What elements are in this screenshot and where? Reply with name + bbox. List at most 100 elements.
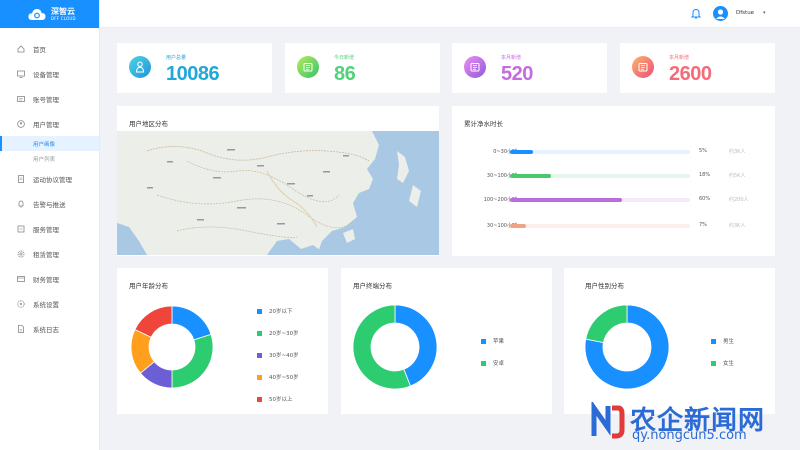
stat-card-today-new: 今日新增 86	[285, 43, 440, 93]
cloud-logo-icon	[28, 8, 46, 21]
avatar[interactable]	[713, 6, 728, 21]
duration-count: 约5K人	[729, 173, 746, 179]
user-icon	[17, 119, 25, 128]
duration-row: 0~30小时 5% 约3K人	[452, 146, 775, 158]
age-distribution-card: 用户年龄分布 20岁以下 20岁~30岁 30岁~40岁 40岁~50岁 50岁…	[117, 268, 328, 414]
sidebar-nav: 首页 设备管理 账号管理 用户管理 用户画像 用户列表 运动协议管理 告警与推送…	[0, 28, 99, 341]
sidebar-item-services[interactable]: 服务管理	[0, 216, 99, 241]
stat-label: 本月新增	[669, 55, 690, 61]
stat-label: 本月新增	[501, 55, 522, 61]
stat-value: 86	[334, 63, 356, 85]
sidebar-item-label: 服务管理	[33, 225, 59, 234]
legend-label: 女生	[723, 361, 735, 367]
sidebar-item-label: 运动协议管理	[33, 175, 72, 184]
stat-card-total-users: 用户总量 10086	[117, 43, 272, 93]
watermark: 农企新闻网 qy.nongcun5.com	[588, 398, 796, 444]
sidebar-item-label: 告警与推送	[33, 200, 66, 209]
legend-item[interactable]: 20岁以下	[257, 300, 299, 322]
legend-item[interactable]: 20岁~30岁	[257, 322, 299, 344]
settings-icon	[17, 299, 25, 308]
donut-slice[interactable]	[134, 305, 173, 338]
sidebar-item-label: 财务管理	[33, 275, 59, 284]
duration-row: 30~100小时 18% 约5K人	[452, 170, 775, 182]
sidebar-item-logs[interactable]: 系统日志	[0, 316, 99, 341]
device-donut-chart[interactable]	[341, 268, 552, 414]
gear-icon	[17, 250, 25, 258]
card-title: 用户地区分布	[129, 120, 168, 128]
legend-item[interactable]: 男生	[711, 330, 734, 352]
duration-track	[510, 174, 690, 178]
duration-row: 30~100小时 7% 约3K人	[452, 220, 775, 232]
gender-distribution-card: 用户性别分布 男生 女生	[564, 268, 775, 414]
chevron-down-icon[interactable]: ▾	[763, 10, 766, 16]
sidebar-item-alerts[interactable]: 告警与推送	[0, 191, 99, 216]
sidebar-subitem-user-profile[interactable]: 用户画像	[0, 136, 99, 151]
legend-label: 男生	[723, 339, 735, 345]
stat-card-month-new: 本月新增 520	[452, 43, 607, 93]
stat-value: 2600	[669, 63, 712, 85]
sidebar-item-leasing[interactable]: 租赁管理	[0, 241, 99, 266]
top-header: Dfstue ▾	[100, 0, 800, 28]
log-icon	[17, 324, 25, 333]
duration-percent: 5%	[699, 148, 707, 154]
legend-swatch	[481, 360, 486, 366]
sidebar-item-label: 用户管理	[33, 120, 59, 129]
notification-bell-icon[interactable]	[690, 8, 702, 19]
monitor-icon	[17, 70, 25, 78]
bell-outline-icon	[17, 200, 25, 208]
user-count-icon	[129, 56, 151, 78]
legend-label: 30岁~40岁	[269, 353, 299, 359]
region-map[interactable]	[117, 131, 439, 255]
legend-swatch	[481, 338, 486, 344]
duration-percent: 7%	[699, 222, 707, 228]
legend-item[interactable]: 50岁以上	[257, 388, 299, 410]
sidebar-item-finance[interactable]: 财务管理	[0, 266, 99, 291]
sidebar-item-users[interactable]: 用户管理	[0, 111, 99, 136]
legend-item[interactable]: 苹果	[481, 330, 504, 352]
duration-track	[510, 150, 690, 154]
brand-logo[interactable]: 深智云 DFF CLOUD	[0, 0, 99, 28]
stat-card-month-new-2: 本月新增 2600	[620, 43, 775, 93]
sidebar-item-label: 系统日志	[33, 325, 59, 334]
calendar-month-icon	[464, 56, 486, 78]
brand-subtitle: DFF CLOUD	[51, 16, 76, 21]
legend-swatch	[711, 338, 716, 344]
sidebar: 深智云 DFF CLOUD 首页 设备管理 账号管理 用户管理 用户画像 用户列…	[0, 0, 100, 450]
sidebar-item-settings[interactable]: 系统设置	[0, 291, 99, 316]
cumulative-duration-card: 累计净水时长 0~30小时 5% 约3K人 30~100小时 18% 约5K人 …	[452, 106, 775, 256]
duration-track	[510, 198, 690, 202]
sidebar-item-home[interactable]: 首页	[0, 36, 99, 61]
sidebar-item-accounts[interactable]: 账号管理	[0, 86, 99, 111]
duration-count: 约3K人	[729, 149, 746, 155]
id-card-icon	[17, 95, 25, 103]
legend-item[interactable]: 女生	[711, 352, 734, 374]
legend-label: 20岁~30岁	[269, 331, 299, 337]
legend-item[interactable]: 安卓	[481, 352, 504, 374]
gender-donut-chart[interactable]	[564, 268, 775, 414]
sidebar-item-label: 账号管理	[33, 95, 59, 104]
legend-swatch	[257, 330, 262, 336]
legend-item[interactable]: 30岁~40岁	[257, 344, 299, 366]
legend-swatch	[257, 308, 262, 314]
sidebar-item-label: 租赁管理	[33, 250, 59, 259]
document-icon	[17, 174, 25, 183]
user-region-card: 用户地区分布	[117, 106, 439, 256]
sidebar-subitem-user-list[interactable]: 用户列表	[0, 151, 99, 166]
duration-count: 约3K人	[729, 223, 746, 229]
duration-bar	[510, 174, 552, 178]
legend-item[interactable]: 40岁~50岁	[257, 366, 299, 388]
sidebar-item-protocols[interactable]: 运动协议管理	[0, 166, 99, 191]
donut-slice[interactable]	[171, 305, 212, 341]
duration-percent: 18%	[699, 172, 711, 178]
device-legend: 苹果 安卓	[481, 330, 504, 374]
donut-slice[interactable]	[585, 304, 628, 343]
donut-slice[interactable]	[171, 333, 214, 389]
legend-swatch	[711, 360, 716, 366]
username[interactable]: Dfstue	[736, 10, 754, 16]
legend-label: 安卓	[493, 361, 505, 367]
calendar-icon	[297, 56, 319, 78]
watermark-logo-icon	[588, 400, 626, 440]
sidebar-item-devices[interactable]: 设备管理	[0, 61, 99, 86]
home-icon	[17, 44, 25, 53]
calendar-stack-icon	[632, 56, 654, 78]
